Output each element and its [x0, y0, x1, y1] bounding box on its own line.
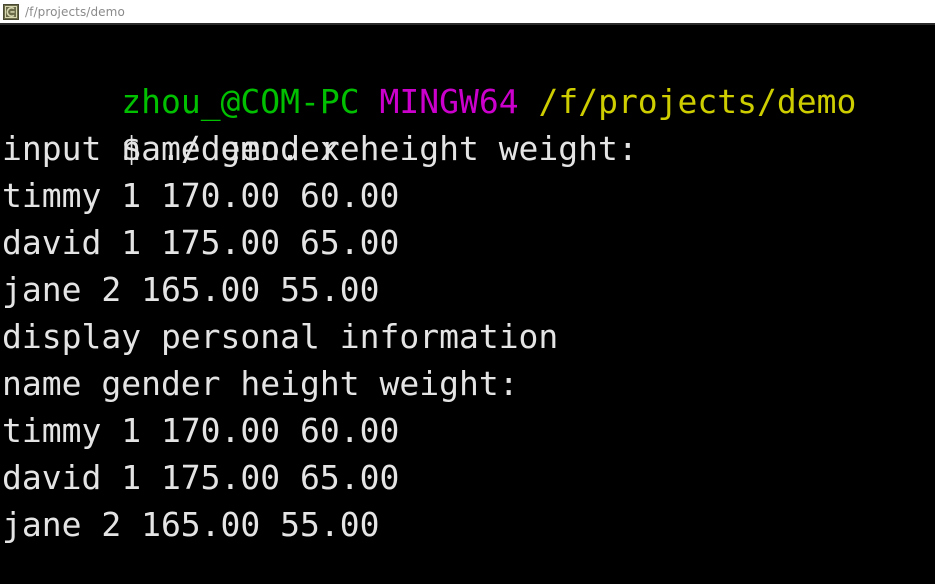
terminal-line-output-2: timmy 1 170.00 60.00	[2, 176, 400, 215]
prompt-user-host: zhou_@COM-PC	[121, 82, 360, 121]
terminal-line-output-5: display personal information	[2, 317, 559, 356]
mingw-terminal-icon	[3, 3, 19, 20]
window-titlebar: /f/projects/demo	[0, 0, 935, 25]
terminal-window: /f/projects/demo zhou_@COM-PC MINGW64 /f…	[0, 0, 935, 584]
terminal-line-output-9: jane 2 165.00 55.00	[2, 505, 380, 544]
terminal-line-output-6: name gender height weight:	[2, 364, 519, 403]
window-title: /f/projects/demo	[25, 4, 125, 19]
terminal-line-output-3: david 1 175.00 65.00	[2, 223, 400, 262]
prompt-path: /f/projects/demo	[538, 82, 857, 121]
terminal-line-output-4: jane 2 165.00 55.00	[2, 270, 380, 309]
terminal-line-output-1: input name gender height weight:	[2, 129, 638, 168]
prompt-shell: MINGW64	[379, 82, 519, 121]
terminal-output-area[interactable]: zhou_@COM-PC MINGW64 /f/projects/demo $ …	[0, 25, 935, 584]
terminal-line-prompt: zhou_@COM-PC MINGW64 /f/projects/demo	[2, 31, 935, 121]
terminal-line-output-7: timmy 1 170.00 60.00	[2, 411, 400, 450]
terminal-line-output-8: david 1 175.00 65.00	[2, 458, 400, 497]
